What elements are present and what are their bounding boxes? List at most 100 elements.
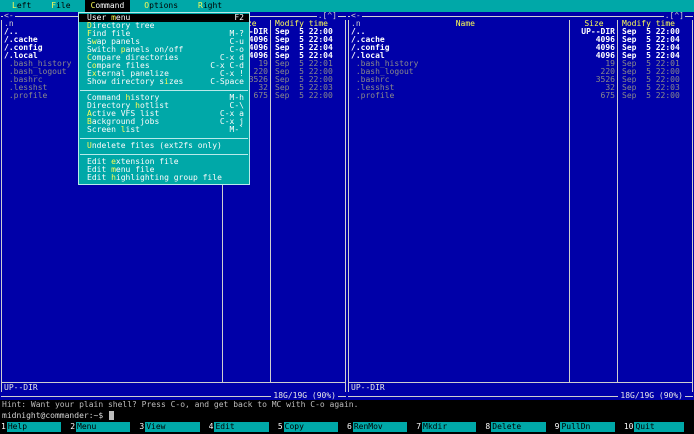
menu-item-label: Compare directories: [87, 54, 216, 62]
file-mtime: Sep 5 22:00: [622, 91, 680, 100]
menu-item-text: Directory: [87, 102, 136, 110]
menu-item-label: Compare files: [87, 62, 206, 70]
file-row[interactable]: .profile 675 Sep 5 22:00: [349, 92, 692, 100]
menu-item[interactable]: Edit highlighting group file: [79, 174, 249, 182]
function-key-label: Quit: [634, 422, 685, 432]
menubar-item[interactable]: Options: [138, 0, 184, 12]
menu-item[interactable]: [79, 86, 249, 94]
function-key-label: Edit: [214, 422, 269, 432]
menu-item[interactable]: Background jobs C-x j: [79, 118, 249, 126]
column-separator: [569, 20, 570, 382]
menu-item-text: mpare files: [96, 62, 150, 70]
function-key[interactable]: 2 Menu: [70, 422, 131, 432]
function-key[interactable]: 6 RenMov: [347, 422, 408, 432]
column-separator: [617, 20, 618, 382]
menu-item-label: Edit extension file: [87, 158, 240, 166]
menu-item-label: Edit menu file: [87, 166, 240, 174]
menu-item-shortcut: C-Space: [210, 77, 244, 86]
scroll-left-mark[interactable]: <-: [3, 12, 15, 20]
border-line: [685, 15, 693, 17]
menu-item-text: Show directory s: [87, 78, 165, 86]
scroll-left-mark[interactable]: <-: [350, 12, 362, 20]
function-key-label: Menu: [76, 422, 131, 432]
function-key[interactable]: 5 Copy: [277, 422, 339, 432]
menu-item[interactable]: Directory tree: [79, 22, 249, 30]
menu-item-text: ternal panelize: [96, 70, 169, 78]
menu-item-text: Screen: [87, 126, 121, 134]
function-key-label: PullDn: [560, 422, 615, 432]
border-line: [1, 395, 272, 397]
right-panel-top-border: <- .[^]: [348, 12, 693, 20]
menu-item[interactable]: Undelete files (ext2fs only): [79, 142, 249, 150]
shell-prompt-text: midnight@commander:~$: [2, 410, 108, 420]
free-space-indicator: 18G/19G (90%): [273, 391, 336, 400]
menu-item-label: Command history: [87, 94, 226, 102]
menu-item-label: Directory tree: [87, 22, 240, 30]
menu-item-label: Find file: [87, 30, 226, 38]
function-key[interactable]: 7 Mkdir: [416, 422, 477, 432]
border-line: [338, 15, 346, 17]
menu-item-text: User: [87, 14, 112, 22]
shell-prompt-line[interactable]: midnight@commander:~$: [0, 410, 694, 421]
menu-item[interactable]: Screen list M-`: [79, 126, 249, 134]
menu-item-text: ist: [125, 126, 140, 134]
menu-item-label: User menu: [87, 14, 230, 22]
menu-item[interactable]: [79, 150, 249, 158]
menu-bar: Left File Command Options Right: [0, 0, 694, 12]
menu-item-label: Active VFS list: [87, 110, 216, 118]
hint-line: Hint: Want your plain shell? Press C-o, …: [0, 400, 694, 410]
menu-item-label: External panelize: [87, 70, 216, 78]
menu-item-text: ighlighting group file: [115, 174, 222, 182]
right-panel-columns: .n Name Size Modify time /.. UP--DIR Sep …: [349, 20, 692, 382]
right-panel-bottom-border: 18G/19G (90%): [348, 392, 693, 400]
file-name: .profile: [351, 92, 395, 100]
menu-item-label: Switch panels on/off: [87, 46, 226, 54]
menu-item[interactable]: Show directory sizes C-Space: [79, 78, 249, 86]
function-key-bar: 1 Help 2 Menu 3 View 4 Edit 5 Copy 6 RenMov 7M…: [0, 421, 694, 434]
text-cursor: [108, 411, 114, 420]
menu-item-label: Undelete files (ext2fs only): [87, 142, 240, 150]
menu-item-text: istory: [130, 94, 160, 102]
menubar-item[interactable]: Command: [84, 0, 131, 12]
menubar-item[interactable]: File: [45, 0, 76, 12]
border-line: [361, 15, 664, 17]
menubar-item[interactable]: Right: [192, 0, 228, 12]
name-column-header[interactable]: .n Name: [349, 20, 570, 28]
menu-item[interactable]: [79, 134, 249, 142]
panel-corner-marks[interactable]: .[^]: [317, 12, 338, 20]
menu-item[interactable]: User menu F2: [79, 14, 249, 22]
menu-item-text: enu file: [115, 166, 155, 174]
menu-item[interactable]: Swap panels C-u: [79, 38, 249, 46]
function-key-number: 10: [623, 422, 635, 432]
command-dropdown-menu: User menu F2 Directory tree Find file M-…: [78, 12, 250, 185]
file-name: /.local: [351, 52, 385, 60]
file-name: .bash_logout: [351, 68, 414, 76]
function-key[interactable]: 10 Quit: [623, 422, 685, 432]
function-key-label: Copy: [283, 422, 339, 432]
menu-item[interactable]: Find file M-?: [79, 30, 249, 38]
menu-item-text: enu: [115, 14, 131, 22]
function-key[interactable]: 8 Delete: [485, 422, 546, 432]
function-key[interactable]: 3 View: [139, 422, 200, 432]
menu-item-text: otlist: [140, 102, 169, 110]
menu-item-label: Show directory sizes: [87, 78, 206, 86]
menu-item-text: ndelete files (ext2fs only): [91, 142, 222, 150]
panel-corner-marks[interactable]: .[^]: [664, 12, 685, 20]
function-key[interactable]: 9 PullDn: [554, 422, 615, 432]
function-key-label: Delete: [491, 422, 546, 432]
mc-screen: Left File Command Options Right <- .[^]: [0, 0, 694, 434]
function-key[interactable]: 4 Edit: [208, 422, 269, 432]
file-name: .lesshst: [351, 84, 395, 92]
menu-item[interactable]: Edit menu file: [79, 166, 249, 174]
function-key-label: View: [145, 422, 200, 432]
function-key[interactable]: 1 Help: [1, 422, 62, 432]
menu-item[interactable]: Edit extension file: [79, 158, 249, 166]
menu-item-text: ompare directories: [91, 54, 179, 62]
menubar-item-text: ile: [56, 1, 71, 10]
menu-item-shortcut: M-`: [229, 125, 244, 134]
menu-item[interactable]: Command history M-h: [79, 94, 249, 102]
menu-item-text: Edit: [87, 158, 112, 166]
menu-item-label: Directory hotlist: [87, 102, 226, 110]
menubar-item-text: eft: [16, 1, 32, 10]
menu-item-text: Edit: [87, 166, 112, 174]
